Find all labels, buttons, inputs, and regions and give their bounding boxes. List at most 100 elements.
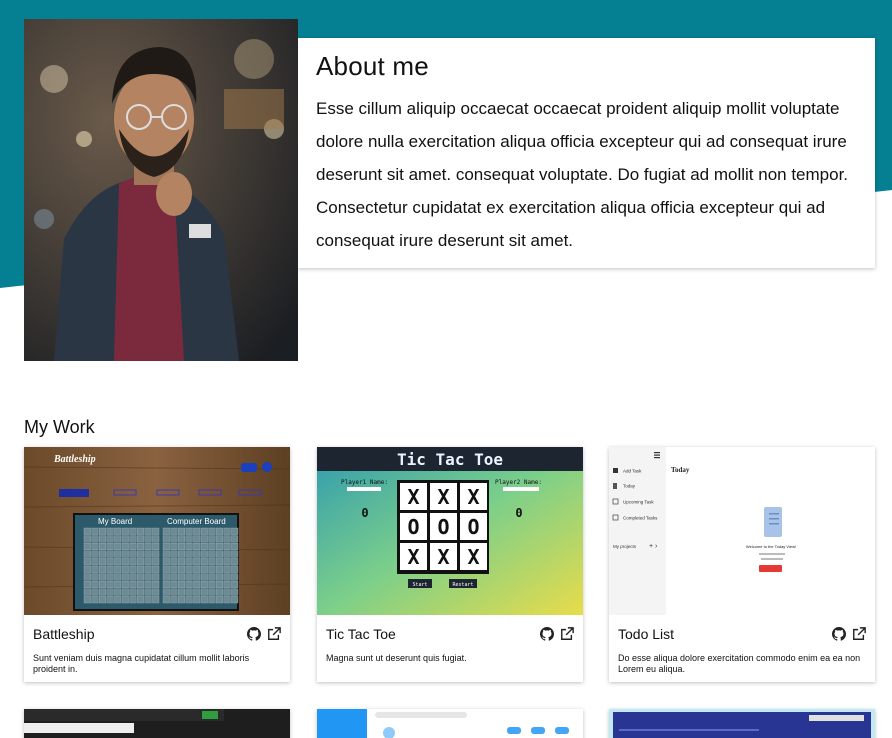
board-cell [129,580,137,588]
board-cell [83,573,91,581]
board-cell [162,565,170,573]
project-screenshot[interactable]: Tic Tac Toe Player1 Name: Player2 Name: … [317,447,583,615]
shot-menu-3: Upcoming Task [623,500,654,505]
board-cell [170,527,178,535]
board-cell [200,596,208,604]
shot-start: Start [412,582,427,588]
board-cell [215,558,223,566]
board-cell [114,558,122,566]
board-cell [215,580,223,588]
board-cell [215,573,223,581]
board-cell [98,596,106,604]
board-cell [144,558,152,566]
github-icon[interactable] [832,627,846,641]
board-cell [129,573,137,581]
board-cell [215,542,223,550]
board-cell [208,527,216,535]
board-cell [91,580,99,588]
board-cell [136,565,144,573]
board-cell [162,596,170,604]
board-cell [223,542,231,550]
board-cell [152,550,160,558]
board-cell [208,580,216,588]
board-cell [129,542,137,550]
board-cell [200,542,208,550]
board-cell [91,573,99,581]
board-cell [177,573,185,581]
board-cell [193,596,201,604]
board-cell [144,527,152,535]
board-cell [215,596,223,604]
board-cell [106,588,114,596]
board-cell [215,527,223,535]
board-cell [162,588,170,596]
board-cell [193,558,201,566]
board-cell [91,542,99,550]
project-card-battleship[interactable]: Battleship My Board Computer Board Battl… [24,447,290,682]
board-cell [185,573,193,581]
board-cell [200,565,208,573]
shot-p2: Player2 Name: [495,479,542,486]
board-cell [208,558,216,566]
project-screenshot[interactable]: Battleship My Board Computer Board [24,447,290,615]
board-cell [162,535,170,543]
project-card-partial-2[interactable] [317,709,583,738]
board-cell [136,527,144,535]
board-cell [114,596,122,604]
board-cell [136,542,144,550]
board-cell [91,565,99,573]
board-cell [129,596,137,604]
board-cell [152,588,160,596]
external-link-icon[interactable] [267,627,281,641]
ttt-mark: X [437,485,449,509]
external-link-icon[interactable] [852,627,866,641]
board-cell [121,535,129,543]
board-cell [223,550,231,558]
board-cell [91,527,99,535]
project-screenshot[interactable]: Add Task Today Upcoming Task Completed T… [609,447,875,615]
board-cell [144,573,152,581]
board-cell [91,535,99,543]
board-cell [83,596,91,604]
github-icon[interactable] [540,627,554,641]
board-cell [106,558,114,566]
board-cell [121,558,129,566]
project-card-tictactoe[interactable]: Tic Tac Toe Player1 Name: Player2 Name: … [317,447,583,682]
board-cell [193,588,201,596]
project-card-partial-3[interactable] [609,709,875,738]
board-cell [83,535,91,543]
project-card-todolist[interactable]: Add Task Today Upcoming Task Completed T… [609,447,875,682]
board-cell [121,527,129,535]
board-cell [91,596,99,604]
board-cell [223,535,231,543]
board-cell [83,527,91,535]
board-cell [114,535,122,543]
shot-heading: Today [671,466,690,474]
board-cell [200,550,208,558]
board-cell [170,573,178,581]
board-cell [185,565,193,573]
board-cell [83,565,91,573]
board-cell [231,542,239,550]
board-cell [136,580,144,588]
board-cell [144,565,152,573]
board-cell [121,573,129,581]
board-cell [231,558,239,566]
board-cell [231,596,239,604]
project-description: Magna sunt ut deserunt quis fugiat. [326,653,467,663]
project-title: Tic Tac Toe [326,626,396,642]
board-cell [98,535,106,543]
board-cell [185,527,193,535]
board-cell [170,588,178,596]
about-card: About me Esse cillum aliquip occaecat oc… [298,38,875,268]
project-card-partial-1[interactable] [24,709,290,738]
board-cell [162,542,170,550]
github-icon[interactable] [247,627,261,641]
board-cell [185,588,193,596]
shot-welcome: Welcome to the Today View! [746,544,796,549]
board-cell [170,596,178,604]
board-cell [121,565,129,573]
ttt-mark: X [407,485,419,509]
board-cell [152,527,160,535]
external-link-icon[interactable] [560,627,574,641]
